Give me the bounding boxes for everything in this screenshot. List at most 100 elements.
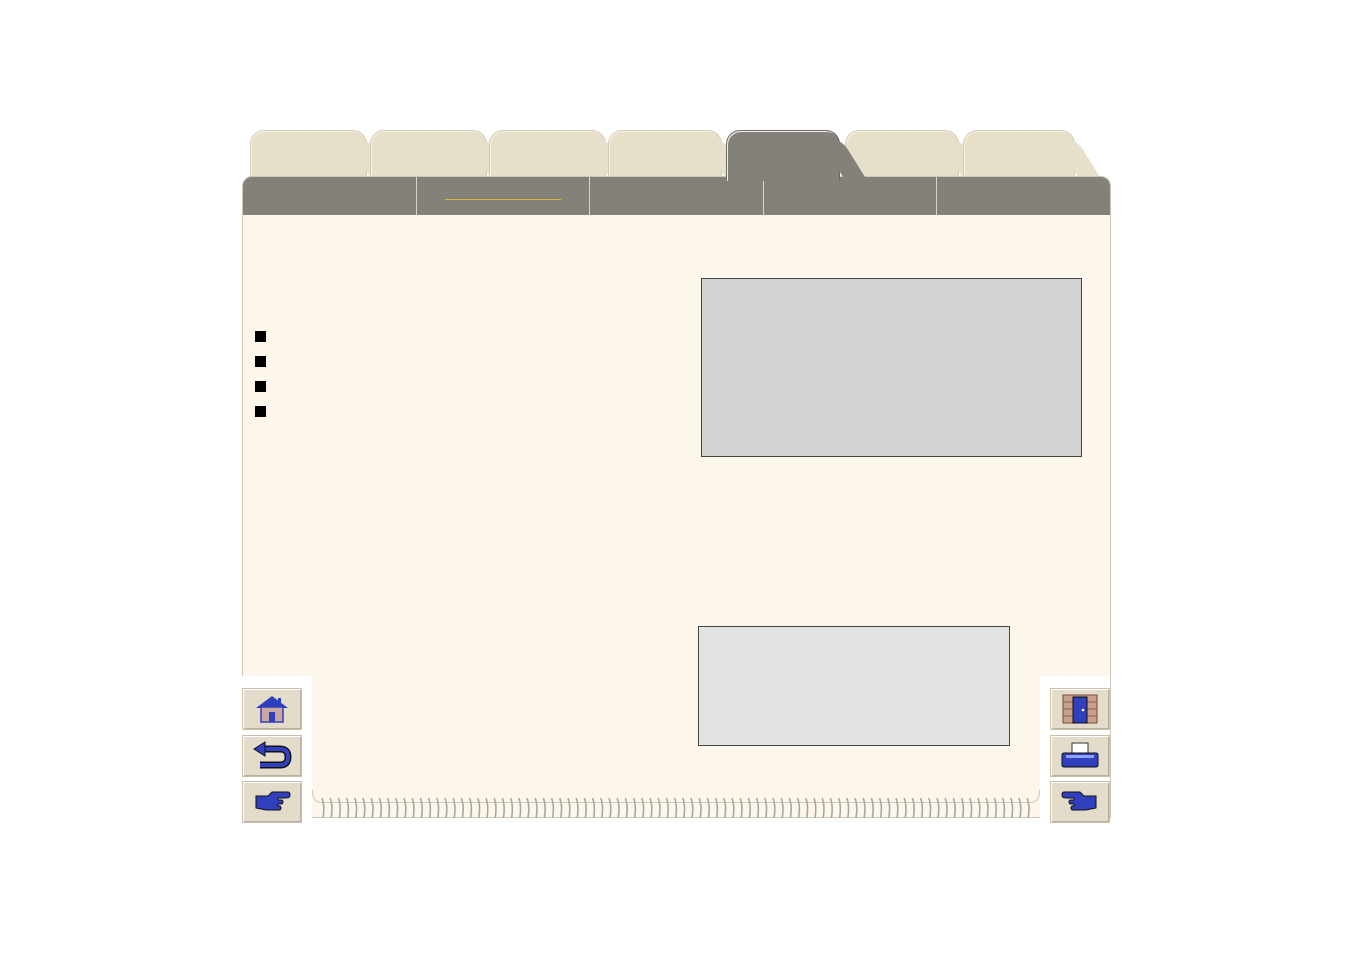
spiral-coil xyxy=(386,797,391,819)
spiral-coil xyxy=(837,797,842,819)
spiral-coil xyxy=(805,797,809,819)
spiral-coil xyxy=(1026,797,1030,819)
spiral-binding xyxy=(321,797,1030,819)
note-placeholder-panel xyxy=(698,626,1010,746)
spiral-coil xyxy=(755,797,760,819)
spiral-coil xyxy=(477,797,481,819)
spiral-coil xyxy=(526,797,530,819)
spiral-coil xyxy=(780,797,784,819)
spiral-coil xyxy=(821,797,825,819)
spiral-coil xyxy=(878,797,883,819)
back-arrow-icon xyxy=(253,741,292,769)
spiral-coil xyxy=(714,797,719,819)
spiral-coil xyxy=(427,797,432,819)
home-button[interactable] xyxy=(242,688,302,730)
spiral-coil xyxy=(534,797,538,819)
previous-page-button[interactable] xyxy=(1050,781,1110,823)
spiral-coil xyxy=(345,797,350,819)
spiral-coil xyxy=(444,797,448,819)
subnav-item-2-active[interactable] xyxy=(417,177,591,215)
spiral-coil xyxy=(1010,797,1014,819)
spiral-coil xyxy=(624,797,628,819)
home-icon xyxy=(256,696,288,723)
spiral-coil xyxy=(1001,797,1006,819)
binder-page xyxy=(242,176,1111,818)
tab-3[interactable] xyxy=(489,130,606,181)
spiral-coil xyxy=(747,797,751,819)
tab-4[interactable] xyxy=(608,130,722,181)
spiral-coil xyxy=(993,797,997,819)
spiral-coil xyxy=(501,797,505,819)
tab-1[interactable] xyxy=(250,130,367,181)
bullet-square-icon xyxy=(255,331,266,342)
spiral-coil xyxy=(944,797,948,819)
spiral-coil xyxy=(895,797,899,819)
spiral-coil xyxy=(706,797,710,819)
spiral-coil xyxy=(436,797,440,819)
spiral-coil xyxy=(690,797,694,819)
spiral-coil xyxy=(862,797,866,819)
spiral-coil xyxy=(854,797,858,819)
image-placeholder-panel xyxy=(701,278,1082,457)
spiral-coil xyxy=(329,797,333,819)
subnav-item-5[interactable] xyxy=(937,177,1110,215)
spiral-coil xyxy=(977,797,981,819)
spiral-coil xyxy=(788,797,792,819)
spiral-coil xyxy=(960,797,965,819)
spiral-coil xyxy=(403,797,407,819)
spiral-coil xyxy=(1018,797,1022,819)
spiral-coil xyxy=(509,797,514,819)
spiral-coil xyxy=(739,797,743,819)
spiral-coil xyxy=(985,797,989,819)
spiral-coil xyxy=(903,797,907,819)
spiral-coil xyxy=(591,797,596,819)
exit-door-icon xyxy=(1062,694,1098,724)
spiral-coil xyxy=(493,797,497,819)
spiral-coil xyxy=(468,797,473,819)
spiral-coil xyxy=(673,797,678,819)
subnav-item-3[interactable] xyxy=(590,177,764,215)
spiral-coil xyxy=(583,797,587,819)
sub-navigation-bar xyxy=(243,177,1110,215)
tab-5-active[interactable] xyxy=(726,130,840,181)
tab-2[interactable] xyxy=(370,130,487,181)
spiral-coil xyxy=(575,797,579,819)
spiral-coil xyxy=(764,797,768,819)
spiral-coil xyxy=(485,797,489,819)
spiral-coil xyxy=(952,797,956,819)
spiral-coil xyxy=(772,797,776,819)
spiral-coil xyxy=(362,797,366,819)
spiral-coil xyxy=(559,797,563,819)
spiral-coil xyxy=(378,797,382,819)
spiral-coil xyxy=(600,797,604,819)
bullet-square-icon xyxy=(255,356,266,367)
spiral-coil xyxy=(337,797,341,819)
spiral-coil xyxy=(911,797,915,819)
subnav-item-1[interactable] xyxy=(243,177,417,215)
spiral-coil xyxy=(829,797,833,819)
print-button[interactable] xyxy=(1050,735,1110,777)
spiral-coil xyxy=(542,797,546,819)
spiral-coil xyxy=(518,797,522,819)
back-button[interactable] xyxy=(242,735,302,777)
next-page-button[interactable] xyxy=(242,781,302,823)
bullet-square-icon xyxy=(255,406,266,417)
tab-7[interactable] xyxy=(963,130,1075,181)
spiral-coil xyxy=(657,797,661,819)
spiral-coil xyxy=(460,797,464,819)
spiral-coil xyxy=(370,797,374,819)
spiral-coil xyxy=(887,797,891,819)
spiral-coil xyxy=(919,797,924,819)
spiral-coil xyxy=(796,797,801,819)
spiral-coil xyxy=(321,797,325,819)
bullet-square-icon xyxy=(255,381,266,392)
spiral-coil xyxy=(616,797,620,819)
spiral-coil xyxy=(411,797,415,819)
spiral-coil xyxy=(936,797,940,819)
spiral-coil xyxy=(641,797,645,819)
spiral-coil xyxy=(354,797,358,819)
spiral-coil xyxy=(969,797,973,819)
exit-button[interactable] xyxy=(1050,688,1110,730)
printer-icon xyxy=(1061,742,1099,768)
spiral-coil xyxy=(813,797,817,819)
